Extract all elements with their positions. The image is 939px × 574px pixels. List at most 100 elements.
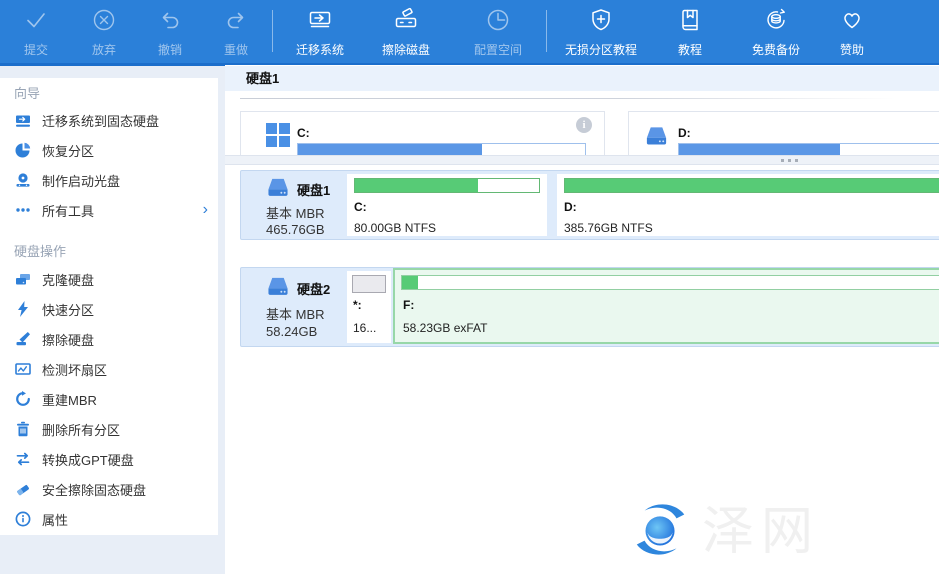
tab-disk1[interactable]: 硬盘1 (246, 66, 279, 91)
info-icon[interactable]: i (576, 117, 592, 133)
sidebar-item-label: 重建MBR (42, 390, 97, 409)
toolbar-label: 擦除磁盘 (382, 43, 430, 57)
sidebar-item-rebuild-mbr[interactable]: 重建MBR (0, 387, 218, 411)
disk-type: 基本 MBR (266, 304, 325, 323)
main-panel: 硬盘1 C: i D: (225, 65, 939, 574)
wipe-disk-icon (393, 7, 419, 33)
sidebar-item-clone-disk[interactable]: 克隆硬盘 (0, 267, 218, 291)
sidebar-item-label: 转换成GPT硬盘 (42, 450, 134, 469)
toolbar-label: 赞助 (840, 43, 864, 57)
toolbar-label: 放弃 (92, 43, 116, 57)
sidebar-section-title: 硬盘操作 (14, 242, 66, 262)
toolbar-label: 免费备份 (752, 43, 800, 57)
toolbar-divider (272, 10, 273, 52)
tutorial-button[interactable]: 教程 (662, 7, 718, 57)
partition-d[interactable]: D: 385.76GB NTFS (557, 174, 939, 236)
discard-circle-x-icon (91, 7, 117, 33)
brush-icon (14, 331, 31, 348)
partition-name: *: (353, 298, 362, 312)
toolbar-label: 重做 (224, 43, 248, 57)
ellipsis-icon (14, 202, 31, 219)
sponsor-button[interactable]: 赞助 (824, 7, 880, 57)
toolbar-label: 无损分区教程 (565, 43, 637, 57)
sidebar-item-all-tools[interactable]: 所有工具 › (0, 198, 218, 222)
disk-tab-strip: 硬盘1 (225, 66, 939, 91)
hard-disk-icon (644, 125, 669, 152)
book-icon (677, 7, 703, 33)
shield-plus-icon (588, 7, 614, 33)
lightning-icon (14, 301, 31, 318)
migrate-ssd-icon (14, 112, 31, 129)
partition-usage-bar (564, 178, 939, 193)
windows-logo-icon (266, 123, 290, 152)
toolbar-label: 提交 (24, 43, 48, 57)
sidebar-item-make-bootable-media[interactable]: 制作启动光盘 (0, 168, 218, 192)
partition-f-selected[interactable]: F: 58.23GB exFAT (393, 268, 939, 344)
watermark: 泽网 (630, 498, 820, 565)
toolbar-label: 教程 (678, 43, 702, 57)
usage-fill (402, 276, 418, 289)
undo-button[interactable]: 撤销 (140, 7, 200, 57)
sidebar-item-label: 恢复分区 (42, 141, 94, 160)
sidebar-item-properties[interactable]: 属性 (0, 507, 218, 531)
disk-size: 58.24GB (266, 324, 317, 339)
partition-c[interactable]: C: 80.00GB NTFS (347, 174, 547, 236)
sidebar-item-secure-erase-ssd[interactable]: 安全擦除固态硬盘 (0, 477, 218, 501)
sidebar-item-wipe-hard-drive[interactable]: 擦除硬盘 (0, 327, 218, 351)
migrate-os-disk-icon (307, 7, 333, 33)
bootable-disc-icon (14, 172, 31, 189)
partition-manager-window: 提交 放弃 撤销 重做 迁移系统 擦除磁盘 配置空间 (0, 0, 939, 574)
toolbar-label: 配置空间 (474, 43, 522, 57)
partition-usage-bar (354, 178, 540, 193)
check-icon (23, 7, 49, 33)
toolbar-label: 迁移系统 (296, 43, 344, 57)
partition-unlettered[interactable]: *: 16... (347, 271, 391, 343)
sidebar-section-title: 向导 (14, 84, 40, 104)
sidebar-item-convert-to-gpt[interactable]: 转换成GPT硬盘 (0, 447, 218, 471)
sidebar-item-delete-all-partitions[interactable]: 删除所有分区 (0, 417, 218, 441)
submit-button[interactable]: 提交 (8, 7, 64, 57)
wipe-disk-button[interactable]: 擦除磁盘 (364, 7, 448, 57)
usage-fill (355, 179, 478, 192)
overview-volume-d[interactable]: D: (628, 111, 939, 156)
allocate-space-button[interactable]: 配置空间 (454, 7, 542, 57)
migrate-os-button[interactable]: 迁移系统 (278, 7, 362, 57)
sidebar-item-check-bad-sectors[interactable]: 检测坏扇区 (0, 357, 218, 381)
sidebar-item-quick-partition[interactable]: 快速分区 (0, 297, 218, 321)
info-circle-icon (14, 511, 31, 528)
disk-name: 硬盘2 (297, 279, 330, 298)
sidebar: 向导 迁移系统到固态硬盘 恢复分区 制作启动光盘 所有工具 › 硬盘操作 克隆硬… (0, 78, 218, 535)
sidebar-item-label: 检测坏扇区 (42, 360, 107, 379)
sidebar-item-label: 擦除硬盘 (42, 330, 94, 349)
watermark-text: 泽网 (702, 501, 820, 563)
discard-button[interactable]: 放弃 (74, 7, 134, 57)
disk-name: 硬盘1 (297, 180, 330, 199)
sidebar-item-recover-partition[interactable]: 恢复分区 (0, 138, 218, 162)
redo-button[interactable]: 重做 (206, 7, 266, 57)
lossless-partition-tutorial-button[interactable]: 无损分区教程 (552, 7, 650, 57)
usage-fill (565, 179, 939, 192)
disk-type: 基本 MBR (266, 203, 325, 222)
splitter-grip-icon (781, 159, 798, 162)
toolbar: 提交 放弃 撤销 重做 迁移系统 擦除磁盘 配置空间 (0, 0, 939, 66)
partition-name: F: (403, 298, 414, 312)
trash-icon (14, 421, 31, 438)
disk-row-1: 硬盘1 基本 MBR 465.76GB C: 80.00GB NTFS D: 3… (240, 170, 939, 240)
horizontal-splitter[interactable] (225, 155, 939, 165)
sidebar-item-label: 迁移系统到固态硬盘 (42, 111, 159, 130)
partition-usage-bar (401, 275, 939, 290)
partition-detail: 80.00GB NTFS (354, 221, 436, 235)
toolbar-divider (546, 10, 547, 52)
heart-icon (839, 7, 865, 33)
free-backup-button[interactable]: 免费备份 (730, 7, 822, 57)
partition-name: D: (564, 200, 577, 214)
chevron-right-icon: › (203, 202, 208, 218)
overview-volume-c[interactable]: C: i (240, 111, 605, 156)
clone-disk-icon (14, 271, 31, 288)
sidebar-item-migrate-to-ssd[interactable]: 迁移系统到固态硬盘 (0, 108, 218, 132)
toolbar-label: 撤销 (158, 43, 182, 57)
separator-line (240, 98, 930, 99)
convert-arrows-icon (14, 451, 31, 468)
partition-detail: 58.23GB exFAT (403, 321, 488, 335)
disk-size: 465.76GB (266, 222, 325, 237)
